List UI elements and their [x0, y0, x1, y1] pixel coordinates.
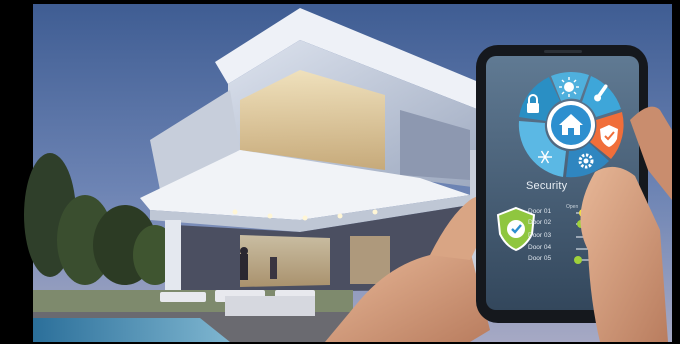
app-title: Security	[526, 180, 568, 192]
control-wheel	[518, 71, 624, 178]
sun-icon	[559, 77, 579, 97]
photo-canvas	[0, 0, 680, 344]
pool	[33, 318, 230, 342]
door-label: Door 03	[528, 232, 552, 239]
door-05-knob	[574, 256, 582, 264]
door-label: Door 05	[528, 255, 552, 262]
door-label: Door 02	[528, 219, 552, 226]
door-label: Door 01	[528, 208, 552, 215]
door-label: Door 04	[528, 244, 552, 251]
open-label: Open	[566, 204, 579, 210]
smart-home-photo: Security Open Door 01 Door 02 Door 03 Do…	[0, 0, 680, 344]
